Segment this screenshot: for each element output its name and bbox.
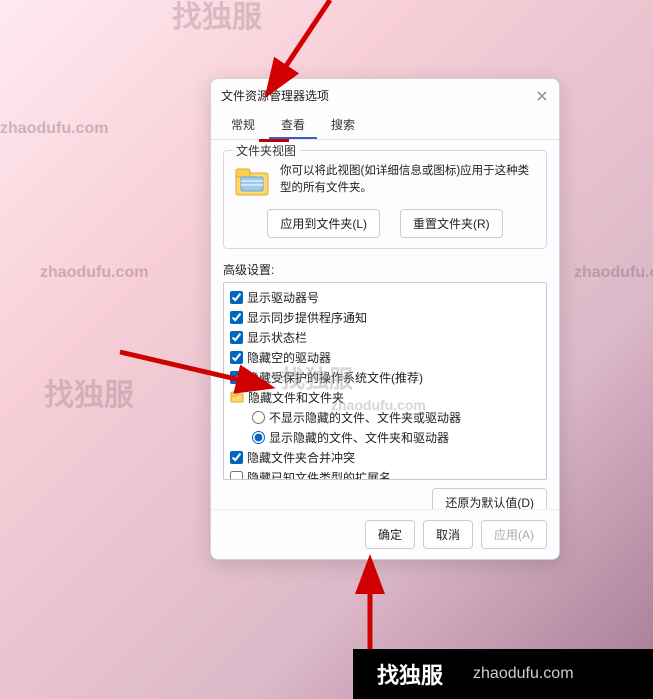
dialog-titlebar: 文件资源管理器选项 <box>211 79 559 108</box>
dialog-tabs: 常规 查看 搜索 <box>211 108 559 140</box>
folder-view-group: 文件夹视图 你可以将此视图(如详细信息或图标)应用于这种类型的所有文件夹。 应用… <box>223 150 547 249</box>
dialog-title: 文件资源管理器选项 <box>221 87 329 104</box>
close-icon[interactable] <box>535 89 549 103</box>
list-item[interactable]: 显示状态栏 <box>230 327 540 347</box>
watermark-brand: 找独服 <box>44 370 134 414</box>
checkbox-hide-protected-os-files[interactable] <box>230 371 243 384</box>
list-item[interactable]: 隐藏空的驱动器 <box>230 347 540 367</box>
footer-url: zhaodufu.com <box>473 665 574 683</box>
list-item[interactable]: 隐藏已知文件类型的扩展名 <box>230 467 540 480</box>
dialog-content: 文件夹视图 你可以将此视图(如详细信息或图标)应用于这种类型的所有文件夹。 应用… <box>211 140 559 509</box>
advanced-settings-list[interactable]: 显示驱动器号 显示同步提供程序通知 显示状态栏 隐藏空的驱动器 隐藏受保护的操作… <box>223 282 547 480</box>
ok-button[interactable]: 确定 <box>365 520 415 549</box>
checkbox-show-sync-notifications[interactable] <box>230 311 243 324</box>
list-item[interactable]: 隐藏受保护的操作系统文件(推荐) <box>230 367 540 387</box>
folder-view-legend: 文件夹视图 <box>232 142 300 159</box>
explorer-options-dialog: 文件资源管理器选项 常规 查看 搜索 文件夹视图 <box>210 78 560 560</box>
checkbox-hide-merge-conflicts[interactable] <box>230 451 243 464</box>
footer-brand: 找独服 <box>377 658 443 690</box>
list-item[interactable]: 隐藏文件夹合并冲突 <box>230 447 540 467</box>
checkbox-hide-empty-drives[interactable] <box>230 351 243 364</box>
checkbox-hide-extensions[interactable] <box>230 471 243 481</box>
radio-show-hidden[interactable] <box>252 431 265 444</box>
advanced-legend: 高级设置: <box>223 261 547 278</box>
apply-button[interactable]: 应用(A) <box>481 520 547 549</box>
list-item[interactable]: 显示驱动器号 <box>230 287 540 307</box>
watermark-url: zhaodufu.com <box>0 120 108 138</box>
folder-icon <box>234 163 270 199</box>
list-item-folder[interactable]: 隐藏文件和文件夹 <box>230 387 540 407</box>
checkbox-show-drive-letters[interactable] <box>230 291 243 304</box>
watermark-brand: 找独服 <box>172 0 262 36</box>
watermark-url: zhaodufu.com <box>574 264 653 282</box>
cancel-button[interactable]: 取消 <box>423 520 473 549</box>
apply-to-folders-button[interactable]: 应用到文件夹(L) <box>267 209 380 238</box>
tab-view[interactable]: 查看 <box>269 112 317 139</box>
folder-view-description: 你可以将此视图(如详细信息或图标)应用于这种类型的所有文件夹。 <box>280 163 536 198</box>
footer-banner: 找独服 zhaodufu.com <box>353 649 653 699</box>
tab-general[interactable]: 常规 <box>219 112 267 139</box>
radio-dont-show-hidden[interactable] <box>252 411 265 424</box>
list-item[interactable]: 显示同步提供程序通知 <box>230 307 540 327</box>
watermark-url: zhaodufu.com <box>40 264 148 282</box>
reset-folders-button[interactable]: 重置文件夹(R) <box>400 209 503 238</box>
checkbox-show-status-bar[interactable] <box>230 331 243 344</box>
list-item[interactable]: 不显示隐藏的文件、文件夹或驱动器 <box>230 407 540 427</box>
tab-search[interactable]: 搜索 <box>319 112 367 139</box>
dialog-footer: 确定 取消 应用(A) <box>211 509 559 559</box>
list-item[interactable]: 显示隐藏的文件、文件夹和驱动器 <box>230 427 540 447</box>
restore-defaults-button[interactable]: 还原为默认值(D) <box>432 488 547 509</box>
